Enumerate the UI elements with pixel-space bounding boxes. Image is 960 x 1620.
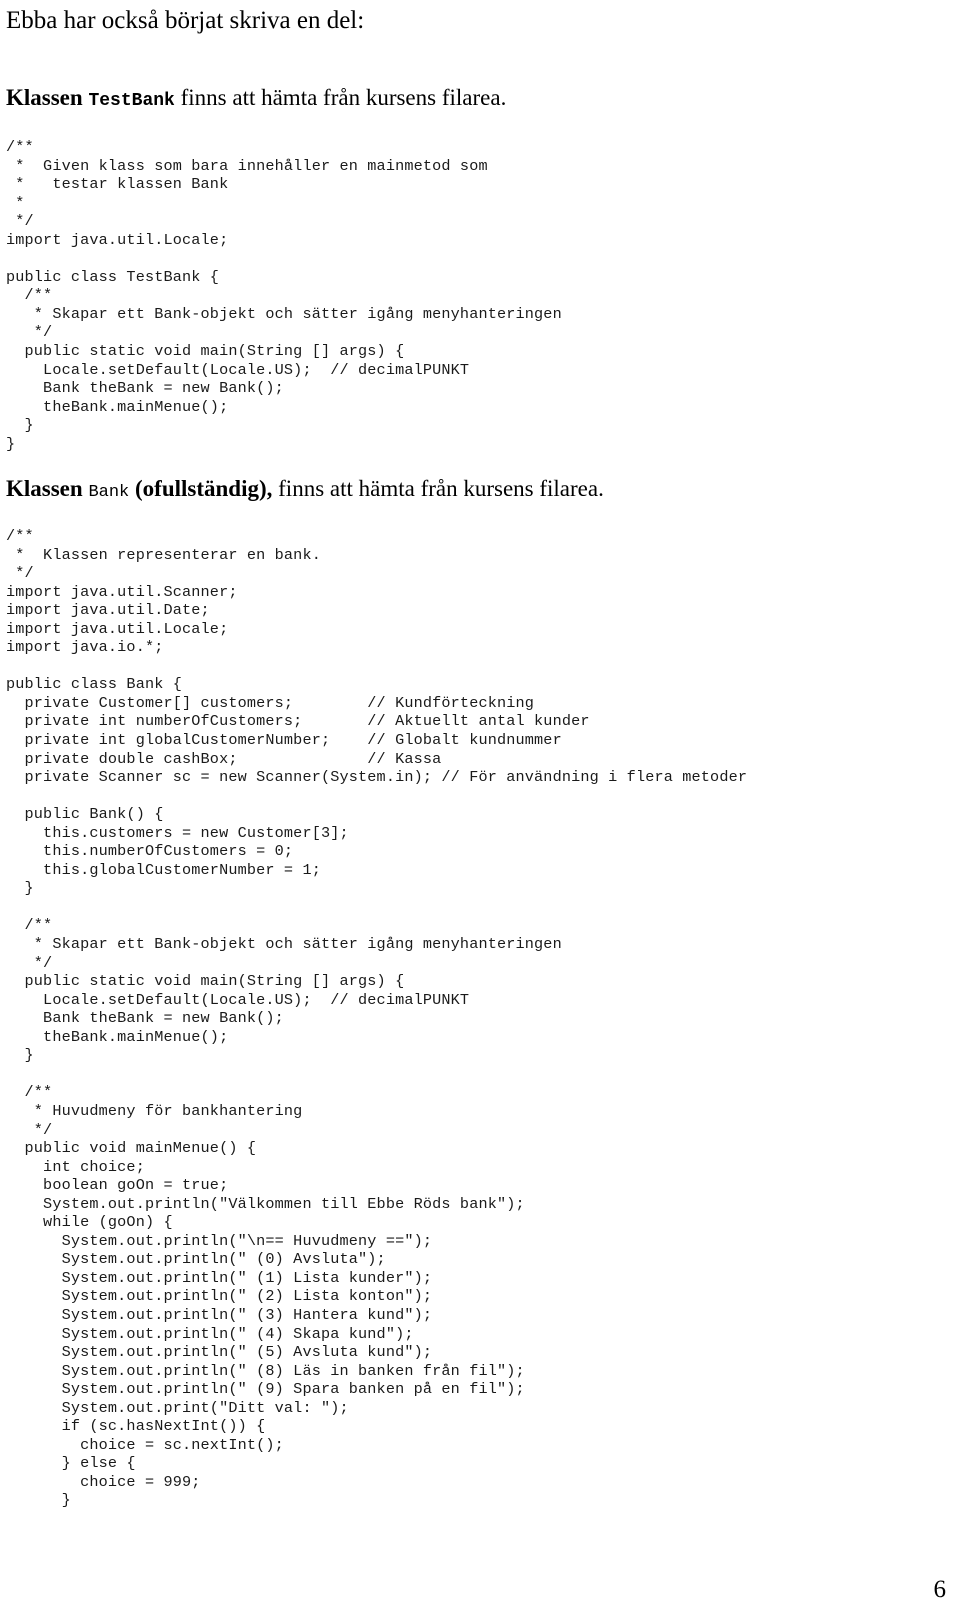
heading-bank-qualifier: (ofullständig), (135, 476, 273, 501)
heading-testbank-classname: TestBank (88, 91, 175, 111)
document-page: Ebba har också börjat skriva en del: Kla… (0, 0, 960, 1620)
heading-bank-prefix: Klassen (6, 476, 83, 501)
heading-testbank-prefix: Klassen (6, 85, 83, 110)
page-number: 6 (933, 1576, 947, 1603)
heading-bank: Klassen Bank (ofullständig), finns att h… (6, 475, 604, 507)
heading-bank-classname: Bank (88, 483, 130, 502)
intro-line: Ebba har också börjat skriva en del: (6, 7, 365, 34)
code-block-testbank: /** * Given klass som bara innehåller en… (6, 138, 562, 453)
heading-testbank: Klassen TestBank finns att hämta från ku… (6, 84, 506, 115)
heading-bank-suffix: finns att hämta från kursens filarea. (278, 476, 604, 501)
code-block-bank: /** * Klassen representerar en bank. */ … (6, 527, 748, 1510)
heading-testbank-suffix: finns att hämta från kursens filarea. (180, 85, 507, 110)
